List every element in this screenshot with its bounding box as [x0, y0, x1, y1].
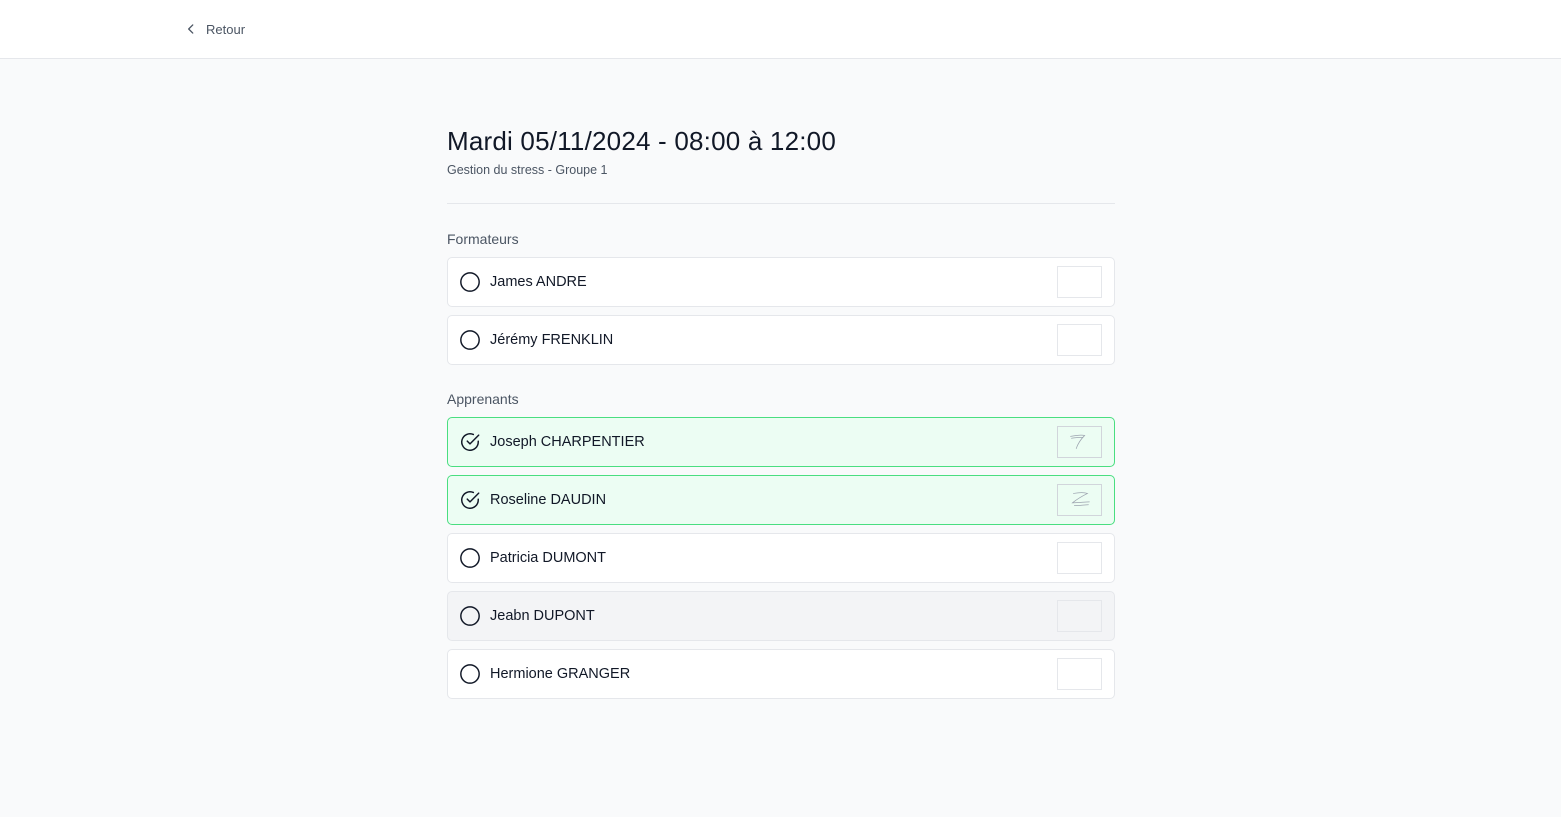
signature-box[interactable]: [1057, 324, 1102, 356]
chevron-left-icon: [188, 24, 194, 34]
attendee-name: Jérémy FRENKLIN: [490, 332, 614, 348]
signature-image[interactable]: [1057, 484, 1102, 516]
back-button[interactable]: Retour: [184, 18, 245, 40]
learner-row-1[interactable]: Joseph CHARPENTIER: [447, 417, 1115, 467]
signature-image[interactable]: [1057, 426, 1102, 458]
circle-icon: [459, 663, 481, 685]
attendee-name: Patricia DUMONT: [490, 550, 607, 566]
check-circle-icon: [459, 489, 481, 511]
attendee-name: Joseph CHARPENTIER: [490, 434, 645, 450]
learner-row-4[interactable]: Jeabn DUPONT: [447, 591, 1115, 641]
divider: [447, 203, 1115, 204]
signature-box[interactable]: [1057, 266, 1102, 298]
trainer-row-2[interactable]: Jérémy FRENKLIN: [447, 315, 1115, 365]
page-title: Mardi 05/11/2024 - 08:00 à 12:00: [447, 126, 836, 156]
signature-box[interactable]: [1057, 658, 1102, 690]
circle-icon: [459, 271, 481, 293]
back-label: Retour: [206, 21, 246, 37]
trainers-list: James ANDRE Jérémy FRENKLIN: [447, 257, 1115, 365]
circle-icon: [459, 605, 481, 627]
circle-icon: [459, 329, 481, 351]
learner-row-5[interactable]: Hermione GRANGER: [447, 649, 1115, 699]
attendee-name: Roseline DAUDIN: [490, 492, 607, 508]
top-bar: Retour: [0, 0, 1561, 59]
signature-box[interactable]: [1057, 542, 1102, 574]
learner-row-3[interactable]: Patricia DUMONT: [447, 533, 1115, 583]
trainer-row-1[interactable]: James ANDRE: [447, 257, 1115, 307]
attendee-name: James ANDRE: [490, 274, 587, 290]
attendee-name: Hermione GRANGER: [490, 666, 631, 682]
learner-row-2[interactable]: Roseline DAUDIN: [447, 475, 1115, 525]
check-circle-icon: [459, 431, 481, 453]
learners-list: Joseph CHARPENTIER Roseline DAUDIN Patri…: [447, 417, 1115, 699]
circle-icon: [459, 547, 481, 569]
trainers-section-label: Formateurs: [447, 231, 519, 247]
learners-section-label: Apprenants: [447, 391, 519, 407]
signature-box[interactable]: [1057, 600, 1102, 632]
attendee-name: Jeabn DUPONT: [490, 608, 595, 624]
session-panel: Mardi 05/11/2024 - 08:00 à 12:00 Gestion…: [447, 59, 1115, 699]
session-subtitle: Gestion du stress - Groupe 1: [447, 163, 608, 177]
